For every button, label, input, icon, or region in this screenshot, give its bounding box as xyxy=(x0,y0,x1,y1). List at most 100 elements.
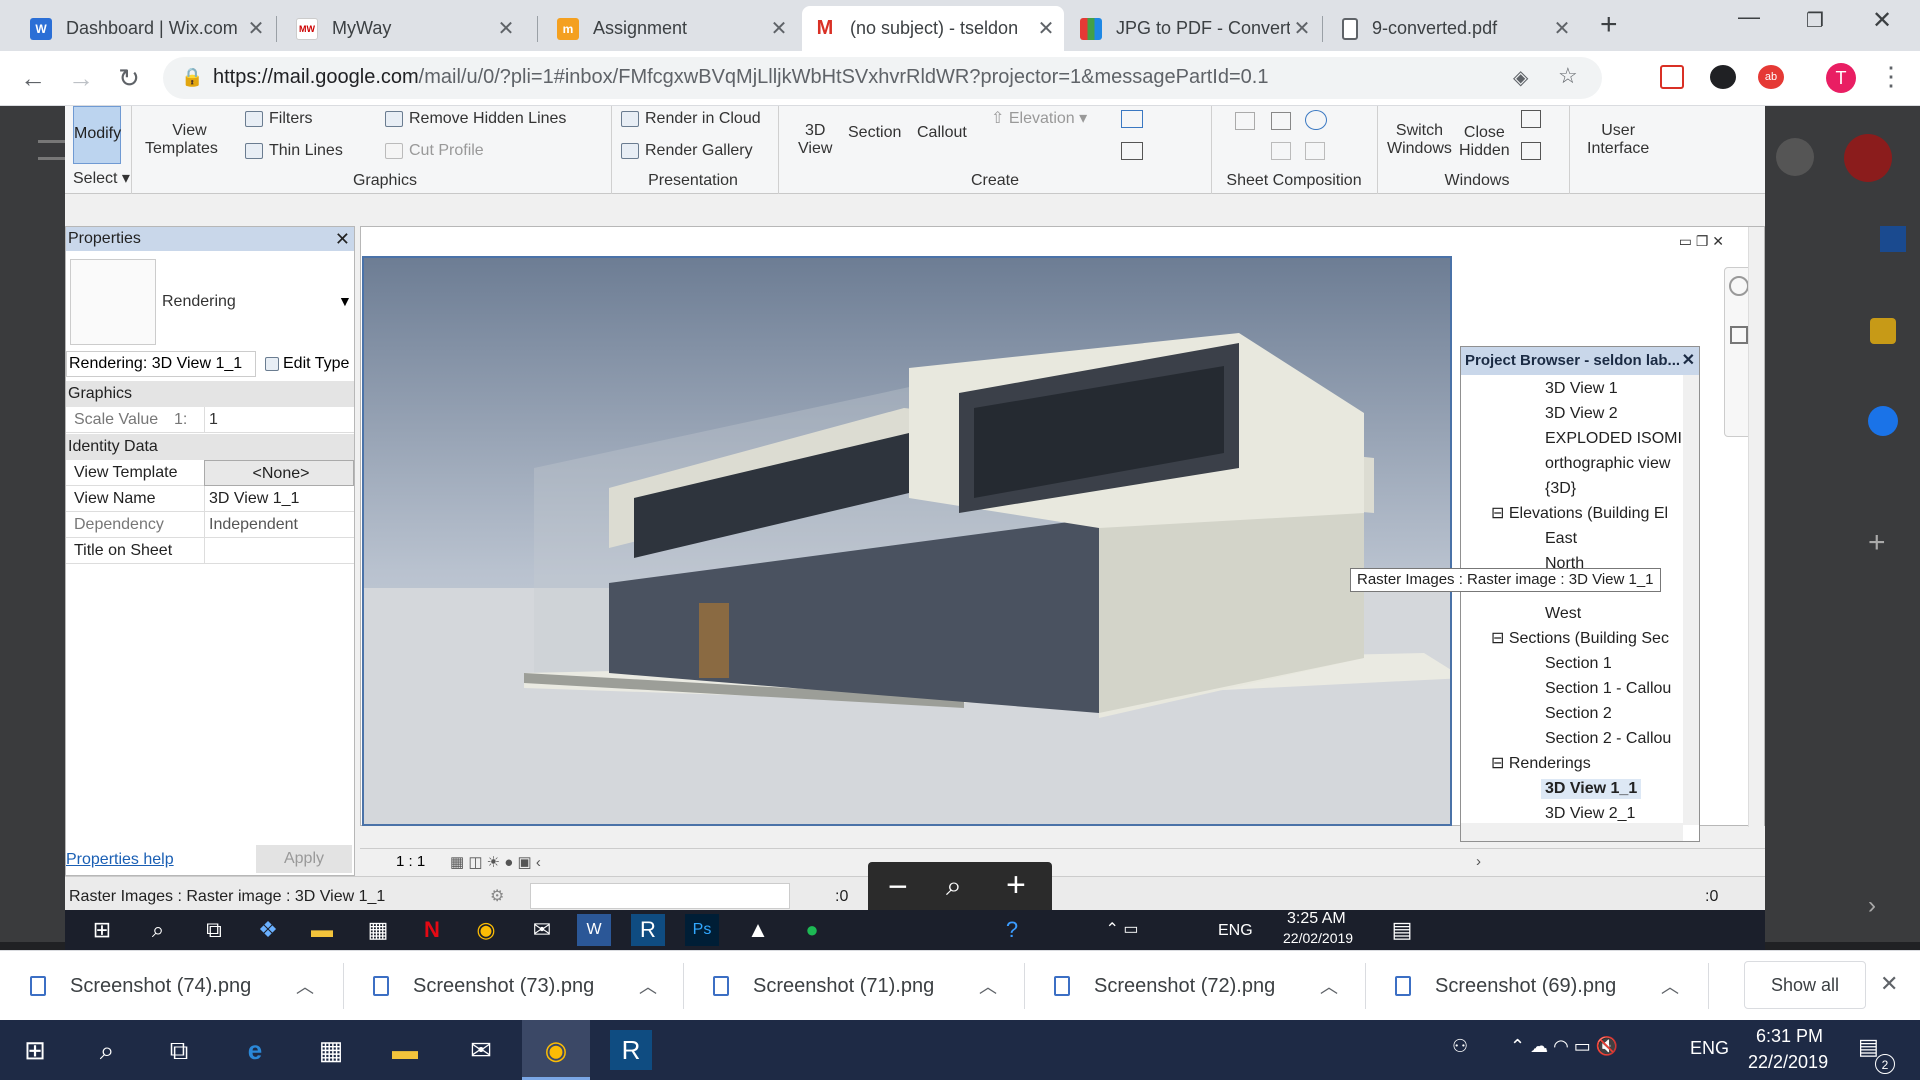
steering-wheel-icon[interactable] xyxy=(1729,276,1749,296)
tab-pdf-file[interactable]: 9-converted.pdf ✕ xyxy=(1330,6,1580,51)
address-bar[interactable]: 🔒 https://mail.google.com/mail/u/0/?pli=… xyxy=(163,57,1602,99)
tree-group[interactable]: ⊟ Elevations (Building El xyxy=(1491,504,1668,524)
bookmark-star-icon[interactable]: ☆ xyxy=(1558,63,1578,89)
add-addon-icon[interactable]: + xyxy=(1868,526,1886,560)
apps-icon[interactable] xyxy=(1776,138,1814,176)
plan-views-icon[interactable] xyxy=(1121,110,1143,128)
view-template-button[interactable]: <None> xyxy=(204,460,354,486)
project-browser-horizontal-scrollbar[interactable] xyxy=(1461,823,1683,841)
tray-icons[interactable]: ⌃ ☁ ◠ ▭ 🔇 xyxy=(1510,1036,1618,1057)
tab-wix-dashboard[interactable]: W Dashboard | Wix.com ✕ xyxy=(18,6,274,51)
language-indicator[interactable]: ENG xyxy=(1690,1038,1729,1059)
close-window-button[interactable]: ✕ xyxy=(1872,6,1892,35)
chevron-up-icon[interactable]: ︿ xyxy=(1320,973,1338,999)
tree-item[interactable]: West xyxy=(1545,604,1581,624)
matchline-icon[interactable] xyxy=(1271,142,1291,160)
start-button-icon[interactable]: ⊞ xyxy=(14,1030,56,1070)
section-button[interactable]: Section xyxy=(848,124,901,142)
tree-item-selected[interactable]: 3D View 1_1 xyxy=(1541,779,1642,799)
properties-help-link[interactable]: Properties help xyxy=(66,851,174,869)
cascade-windows-icon[interactable] xyxy=(1521,142,1541,160)
profile-avatar[interactable]: T xyxy=(1826,63,1856,93)
people-icon[interactable]: ⚇ xyxy=(1452,1036,1468,1057)
tree-item[interactable]: EXPLODED ISOMI xyxy=(1545,429,1682,449)
help-icon[interactable]: ? xyxy=(995,914,1029,946)
extension-chat-icon[interactable] xyxy=(1710,65,1736,89)
download-item[interactable]: Screenshot (71).png ︿ xyxy=(683,951,1023,1021)
reload-button[interactable]: ↻ xyxy=(112,61,146,95)
minimize-window-button[interactable]: — xyxy=(1738,4,1760,30)
elevation-button[interactable]: ⇧ Elevation ▾ xyxy=(991,110,1087,128)
notifications-icon[interactable]: ▤ xyxy=(1858,1034,1879,1060)
tree-item[interactable]: Section 2 - Callou xyxy=(1545,729,1671,749)
view-window-controls[interactable]: ▭ ❐ ✕ xyxy=(1679,233,1724,250)
inner-language[interactable]: ENG xyxy=(1218,922,1253,940)
clock-date[interactable]: 22/2/2019 xyxy=(1748,1052,1828,1073)
tree-item[interactable]: Section 1 xyxy=(1545,654,1612,674)
word-icon[interactable]: W xyxy=(577,914,611,946)
zoom-out-button[interactable]: − xyxy=(888,868,908,907)
view-templates-button[interactable]: View Templates xyxy=(145,122,218,158)
start-icon[interactable]: ⊞ xyxy=(85,914,119,946)
close-downloads-bar-icon[interactable]: ✕ xyxy=(1880,971,1898,997)
photos-icon[interactable]: ▲ xyxy=(741,914,775,946)
scale-value-field[interactable]: 1 xyxy=(204,407,354,433)
keep-icon[interactable] xyxy=(1870,318,1896,344)
expand-panel-icon[interactable]: › xyxy=(1868,892,1876,920)
tree-item[interactable]: {3D} xyxy=(1545,479,1576,499)
remove-hidden-lines-button[interactable]: Remove Hidden Lines xyxy=(385,110,566,128)
vertical-scrollbar[interactable] xyxy=(1748,227,1764,827)
spotify-icon[interactable]: ● xyxy=(795,914,829,946)
download-item[interactable]: Screenshot (74).png ︿ xyxy=(0,951,340,1021)
chrome-icon[interactable]: ◉ xyxy=(469,914,503,946)
revit-icon[interactable]: R xyxy=(631,914,665,946)
close-tab-icon[interactable]: ✕ xyxy=(1034,16,1058,41)
edit-type-button[interactable]: Edit Type xyxy=(265,355,349,373)
close-tab-icon[interactable]: ✕ xyxy=(1550,16,1574,41)
graphics-section-header[interactable]: Graphics xyxy=(66,381,354,407)
close-tab-icon[interactable]: ✕ xyxy=(767,16,791,41)
view-scale[interactable]: 1 : 1 xyxy=(396,853,425,870)
edge-icon[interactable]: e xyxy=(234,1030,276,1070)
tree-item[interactable]: 3D View 2 xyxy=(1545,404,1618,424)
file-explorer-icon[interactable]: ▬ xyxy=(305,914,339,946)
design-options-dropdown[interactable] xyxy=(530,883,790,909)
clock-time[interactable]: 6:31 PM xyxy=(1756,1026,1823,1047)
title-block-icon[interactable] xyxy=(1271,112,1291,130)
tree-item[interactable]: Section 1 - Callou xyxy=(1545,679,1671,699)
dropbox-icon[interactable]: ❖ xyxy=(251,914,285,946)
chrome-menu-icon[interactable]: ⋮ xyxy=(1878,61,1904,92)
scroll-right-icon[interactable]: › xyxy=(1476,853,1481,870)
restore-window-button[interactable]: ❐ xyxy=(1806,8,1824,33)
close-hidden-button[interactable]: Close Hidden xyxy=(1459,124,1510,160)
chevron-up-icon[interactable]: ︿ xyxy=(1661,973,1679,999)
chrome-taskbar-button[interactable]: ◉ xyxy=(522,1020,590,1080)
task-view-icon[interactable]: ⧉ xyxy=(197,914,231,946)
view-control-icons[interactable]: ▦ ◫ ☀ ● ▣ ‹ xyxy=(450,853,541,871)
type-selector-chevron-down-icon[interactable]: ▼ xyxy=(338,293,352,309)
zoom-reset-search-icon[interactable]: ⌕ xyxy=(946,870,962,903)
tree-item[interactable]: 3D View 2_1 xyxy=(1545,804,1635,824)
tree-group[interactable]: ⊟ Renderings xyxy=(1491,754,1591,774)
user-interface-button[interactable]: User Interface xyxy=(1587,122,1649,158)
render-gallery-button[interactable]: Render Gallery xyxy=(621,142,753,160)
tasks-icon[interactable] xyxy=(1868,406,1898,436)
tree-group[interactable]: ⊟ Sections (Building Sec xyxy=(1491,629,1669,649)
download-item[interactable]: Screenshot (69).png ︿ xyxy=(1365,951,1705,1021)
callout-button[interactable]: Callout xyxy=(917,124,967,142)
render-in-cloud-button[interactable]: Render in Cloud xyxy=(621,110,761,128)
close-project-browser-icon[interactable]: ✕ xyxy=(1682,347,1695,375)
menu-icon[interactable] xyxy=(38,140,68,160)
close-tab-icon[interactable]: ✕ xyxy=(494,16,518,41)
back-button[interactable]: ← xyxy=(16,61,50,95)
account-avatar[interactable] xyxy=(1844,134,1892,182)
netflix-icon[interactable]: N xyxy=(415,914,449,946)
tab-myway[interactable]: MW MyWay ✕ xyxy=(284,6,524,51)
schedules-icon[interactable] xyxy=(1121,142,1143,160)
tree-item[interactable]: Section 2 xyxy=(1545,704,1612,724)
select-dropdown[interactable]: Select ▾ xyxy=(73,170,130,188)
task-view-icon[interactable]: ⧉ xyxy=(158,1030,200,1070)
mail-icon[interactable]: ✉ xyxy=(460,1030,502,1070)
sheet-icon[interactable] xyxy=(1235,112,1255,130)
search-icon[interactable]: ⌕ xyxy=(141,914,175,946)
